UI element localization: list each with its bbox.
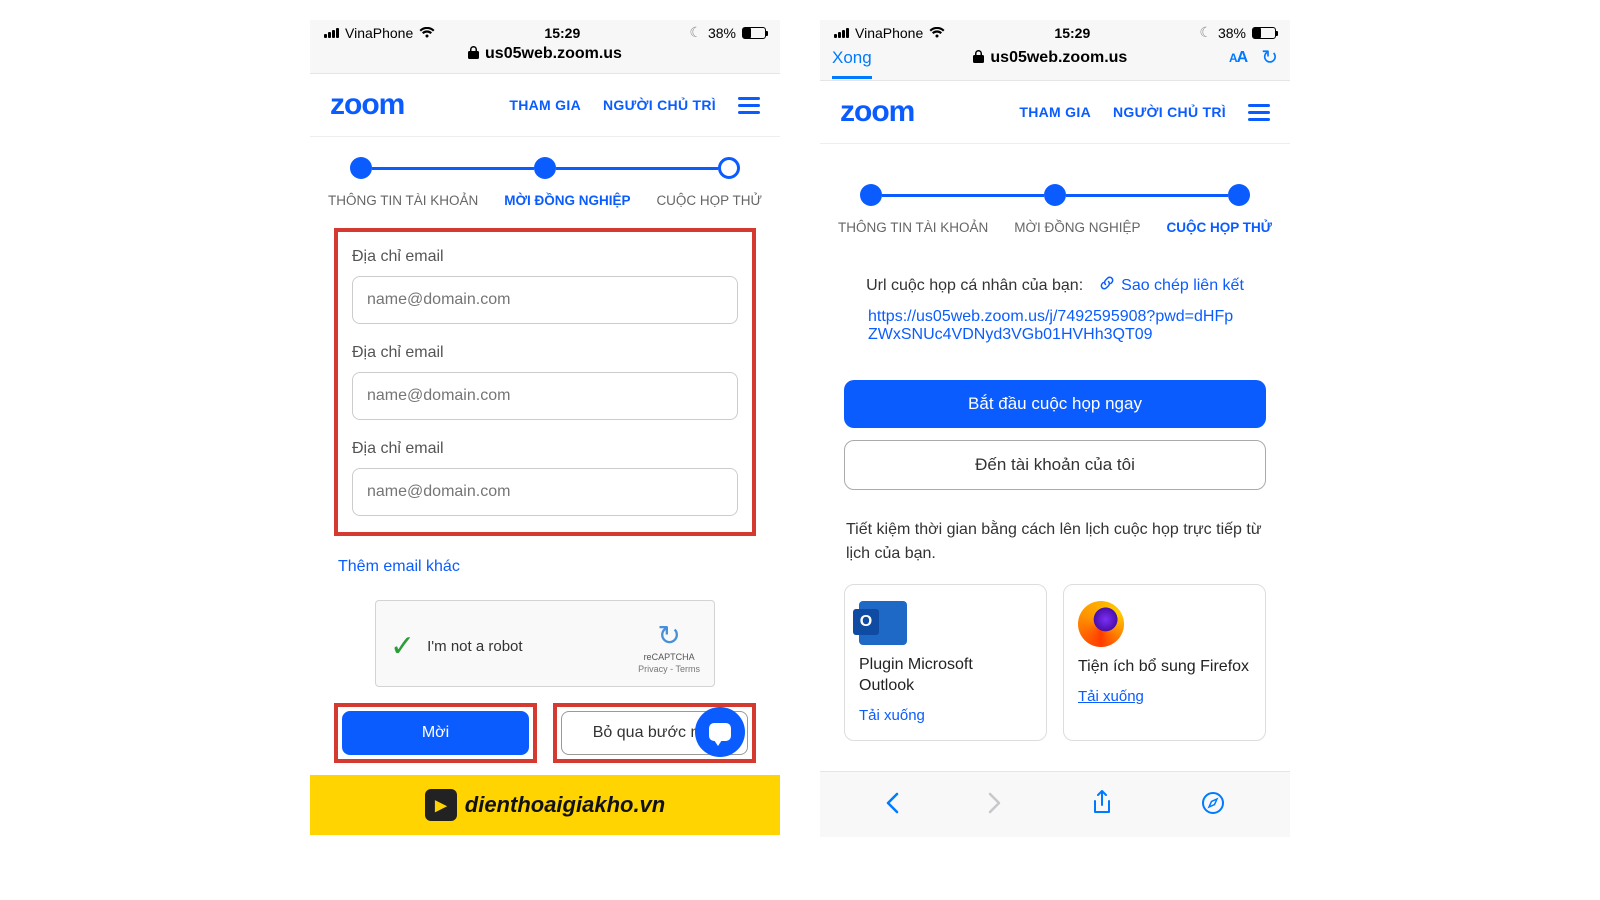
step-dot-2: [1044, 184, 1066, 206]
download-firefox-link[interactable]: Tải xuống: [1078, 688, 1251, 705]
step-label-2: MỜI ĐỒNG NGHIỆP: [1014, 220, 1140, 235]
firefox-icon: [1078, 601, 1124, 647]
zoom-nav: zoom THAM GIA NGƯỜI CHỦ TRÌ: [820, 81, 1290, 144]
card-outlook-title: Plugin Microsoft Outlook: [859, 655, 1032, 697]
nav-host[interactable]: NGƯỜI CHỦ TRÌ: [603, 97, 716, 113]
lock-icon: [973, 50, 984, 66]
watermark-text: dienthoaigiakho.vn: [465, 792, 665, 818]
step-labels: THÔNG TIN TÀI KHOẢN MỜI ĐỒNG NGHIỆP CUỘC…: [310, 189, 780, 228]
step-label-1: THÔNG TIN TÀI KHOẢN: [838, 220, 988, 235]
step-label-1: THÔNG TIN TÀI KHOẢN: [328, 193, 478, 208]
zoom-logo[interactable]: zoom: [840, 95, 914, 129]
zoom-logo[interactable]: zoom: [330, 88, 404, 122]
progress-stepper: [310, 137, 780, 189]
go-to-account-button[interactable]: Đến tài khoản của tôi: [844, 440, 1266, 490]
safari-address-bar[interactable]: us05web.zoom.us: [310, 43, 780, 74]
clock: 15:29: [544, 25, 580, 41]
email-label-1: Địa chỉ email: [352, 248, 738, 266]
recaptcha-widget[interactable]: ✓ I'm not a robot ↻ reCAPTCHA Privacy - …: [375, 600, 715, 687]
start-meeting-button[interactable]: Bắt đầu cuộc họp ngay: [844, 380, 1266, 428]
chat-icon: [709, 723, 731, 741]
text-size-button[interactable]: AA: [1229, 49, 1247, 67]
invite-button[interactable]: Mời: [342, 711, 529, 755]
refresh-icon[interactable]: ↻: [1261, 45, 1278, 70]
safari-compass-icon[interactable]: [1201, 791, 1225, 822]
email-label-2: Địa chỉ email: [352, 344, 738, 362]
share-icon[interactable]: [1092, 790, 1112, 823]
moon-icon: ☾: [1199, 24, 1212, 41]
lock-icon: [468, 46, 479, 62]
recaptcha-label: I'm not a robot: [427, 638, 638, 655]
schedule-hint-text: Tiết kiệm thời gian bằng cách lên lịch c…: [844, 508, 1266, 584]
clock: 15:29: [1054, 25, 1090, 41]
step-label-3: CUỘC HỌP THỬ: [1167, 220, 1272, 235]
step-dot-2: [534, 157, 556, 179]
step-dot-1: [350, 157, 372, 179]
signal-icon: [834, 27, 849, 38]
watermark-logo-icon: ▸: [425, 789, 457, 821]
nav-host[interactable]: NGƯỜI CHỦ TRÌ: [1113, 104, 1226, 120]
ios-status-bar: VinaPhone 15:29 ☾ 38%: [820, 20, 1290, 43]
chat-fab[interactable]: [695, 707, 745, 757]
watermark-banner: ▸ dienthoaigiakho.vn: [310, 775, 780, 835]
nav-join[interactable]: THAM GIA: [1019, 104, 1091, 120]
recaptcha-icon: ↻: [638, 619, 700, 652]
carrier-label: VinaPhone: [345, 25, 413, 41]
signal-icon: [324, 27, 339, 38]
card-outlook-plugin: Plugin Microsoft Outlook Tải xuống: [844, 584, 1047, 741]
battery-icon: [1252, 27, 1276, 39]
battery-pct: 38%: [1218, 25, 1246, 41]
progress-stepper: [820, 144, 1290, 216]
battery-icon: [742, 27, 766, 39]
ios-status-bar: VinaPhone 15:29 ☾ 38%: [310, 20, 780, 43]
url-text: us05web.zoom.us: [485, 45, 622, 63]
email-input-2[interactable]: [352, 372, 738, 420]
step-dot-3: [718, 157, 740, 179]
battery-pct: 38%: [708, 25, 736, 41]
email-input-1[interactable]: [352, 276, 738, 324]
phone-screenshot-right: VinaPhone 15:29 ☾ 38% Xong us05web.zoom.…: [820, 20, 1290, 837]
safari-toolbar-top: Xong us05web.zoom.us AA ↻: [820, 43, 1290, 81]
step-labels: THÔNG TIN TÀI KHOẢN MỜI ĐỒNG NGHIỆP CUỘC…: [820, 216, 1290, 255]
url-text: us05web.zoom.us: [990, 49, 1127, 67]
email-input-3[interactable]: [352, 468, 738, 516]
wifi-icon: [419, 26, 435, 42]
step-dot-1: [860, 184, 882, 206]
wifi-icon: [929, 26, 945, 42]
phone-screenshot-left: VinaPhone 15:29 ☾ 38% us05web.zoom.us zo…: [310, 20, 780, 837]
meeting-url[interactable]: https://us05web.zoom.us/j/7492595908?pwd…: [864, 308, 1246, 344]
back-icon[interactable]: [885, 792, 899, 821]
email-label-3: Địa chỉ email: [352, 440, 738, 458]
carrier-label: VinaPhone: [855, 25, 923, 41]
done-button[interactable]: Xong: [832, 48, 872, 79]
card-firefox-addon: Tiện ích bổ sung Firefox Tải xuống: [1063, 584, 1266, 741]
copy-link-button[interactable]: Sao chép liên kết: [1099, 275, 1244, 296]
highlight-email-fields: Địa chỉ email Địa chỉ email Địa chỉ emai…: [334, 228, 756, 536]
outlook-icon: [859, 601, 907, 645]
menu-icon[interactable]: [1248, 104, 1270, 121]
nav-join[interactable]: THAM GIA: [509, 97, 581, 113]
step-label-3: CUỘC HỌP THỬ: [656, 193, 762, 208]
step-label-2: MỜI ĐỒNG NGHIỆP: [504, 193, 630, 208]
safari-bottom-toolbar: [820, 771, 1290, 837]
highlight-invite-button: Mời: [334, 703, 537, 763]
moon-icon: ☾: [689, 24, 702, 41]
download-outlook-link[interactable]: Tải xuống: [859, 707, 1032, 724]
checkmark-icon: ✓: [390, 629, 415, 664]
add-more-email-link[interactable]: Thêm email khác: [334, 550, 756, 600]
safari-address-bar[interactable]: us05web.zoom.us: [878, 49, 1223, 67]
menu-icon[interactable]: [738, 97, 760, 114]
forward-icon: [988, 792, 1002, 821]
step-dot-3: [1228, 184, 1250, 206]
meeting-url-label: Url cuộc họp cá nhân của bạn:: [866, 277, 1083, 295]
recaptcha-logo: ↻ reCAPTCHA Privacy - Terms: [638, 619, 700, 674]
link-icon: [1099, 275, 1115, 296]
zoom-nav: zoom THAM GIA NGƯỜI CHỦ TRÌ: [310, 74, 780, 137]
card-firefox-title: Tiện ích bổ sung Firefox: [1078, 657, 1251, 678]
